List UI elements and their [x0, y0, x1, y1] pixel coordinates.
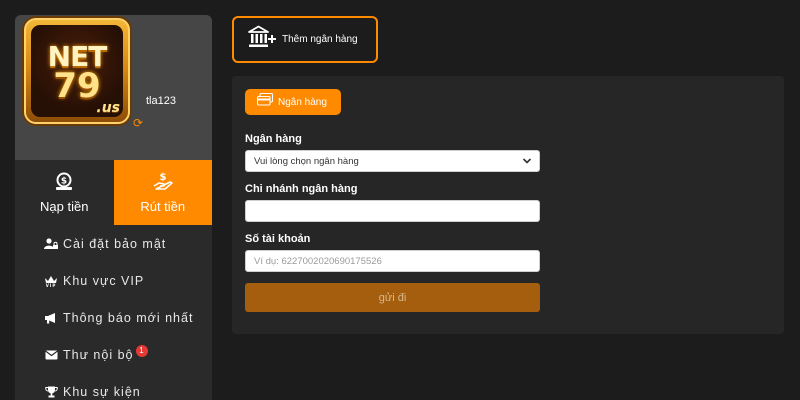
menu-item-inbox[interactable]: Thư nội bộ 1: [15, 336, 212, 373]
svg-text:$: $: [61, 177, 67, 187]
deposit-icon: $: [15, 172, 114, 192]
tab-withdraw[interactable]: $ Rút tiền: [113, 160, 213, 225]
menu-label-notifications: Thông báo mới nhất: [63, 310, 194, 325]
trophy-icon: [43, 386, 59, 398]
bank-field-label: Ngân hàng: [245, 133, 302, 145]
menu-label-vip: Khu vực VIP: [63, 273, 145, 288]
chevron-down-icon: [522, 156, 532, 169]
account-number-input[interactable]: [245, 250, 540, 272]
submit-button[interactable]: gửi đi: [245, 283, 540, 312]
withdraw-label: Rút tiền: [140, 199, 186, 214]
inbox-unread-badge: 1: [135, 344, 148, 357]
svg-text:$: $: [159, 172, 166, 183]
refresh-icon[interactable]: ⟳: [133, 116, 143, 130]
envelope-icon: [43, 350, 59, 360]
bank-select-value: Vui lòng chọn ngân hàng: [254, 155, 359, 167]
account-field-label: Số tài khoản: [245, 233, 311, 245]
bank-tab-label: Ngân hàng: [278, 96, 327, 108]
username: tla123: [146, 95, 176, 107]
branch-input[interactable]: [245, 200, 540, 222]
add-bank-button[interactable]: Thêm ngân hàng: [232, 16, 378, 63]
logo-us-text: .us: [96, 100, 120, 116]
user-lock-icon: [43, 237, 59, 250]
branch-field-label: Chi nhánh ngân hàng: [245, 183, 358, 195]
menu-label-inbox: Thư nội bộ: [63, 347, 134, 362]
deposit-label: Nạp tiền: [40, 199, 89, 214]
menu-label-security: Cài đặt bảo mật: [63, 236, 167, 251]
profile-card: NET 79 .us tla123 ⟳: [15, 15, 212, 160]
menu-item-vip[interactable]: VIP Khu vực VIP: [15, 262, 212, 299]
bank-add-icon: [248, 25, 276, 54]
menu-item-security[interactable]: Cài đặt bảo mật: [15, 225, 212, 262]
withdraw-hand-icon: $: [114, 172, 213, 192]
tab-bank[interactable]: Ngân hàng: [245, 89, 341, 115]
bank-form-panel: Ngân hàng Ngân hàng Vui lòng chọn ngân h…: [232, 76, 784, 334]
bank-select[interactable]: Vui lòng chọn ngân hàng: [245, 150, 540, 172]
menu-item-events[interactable]: Khu sự kiện: [15, 373, 212, 400]
add-bank-label: Thêm ngân hàng: [282, 34, 358, 45]
sidebar-menu: Cài đặt bảo mật VIP Khu vực VIP Thông bá…: [15, 225, 212, 400]
menu-label-events: Khu sự kiện: [63, 384, 141, 399]
bank-card-icon: [256, 92, 274, 111]
menu-item-notifications[interactable]: Thông báo mới nhất: [15, 299, 212, 336]
sidebar: NET 79 .us tla123 ⟳ $ Nạp tiền $ Rút tiề…: [15, 15, 212, 400]
svg-text:VIP: VIP: [46, 283, 57, 287]
vip-crown-icon: VIP: [43, 275, 59, 287]
tab-deposit[interactable]: $ Nạp tiền: [15, 160, 114, 225]
wallet-tabs: $ Nạp tiền $ Rút tiền: [15, 160, 212, 225]
megaphone-icon: [43, 312, 59, 324]
net79-logo: NET 79 .us: [24, 18, 130, 124]
